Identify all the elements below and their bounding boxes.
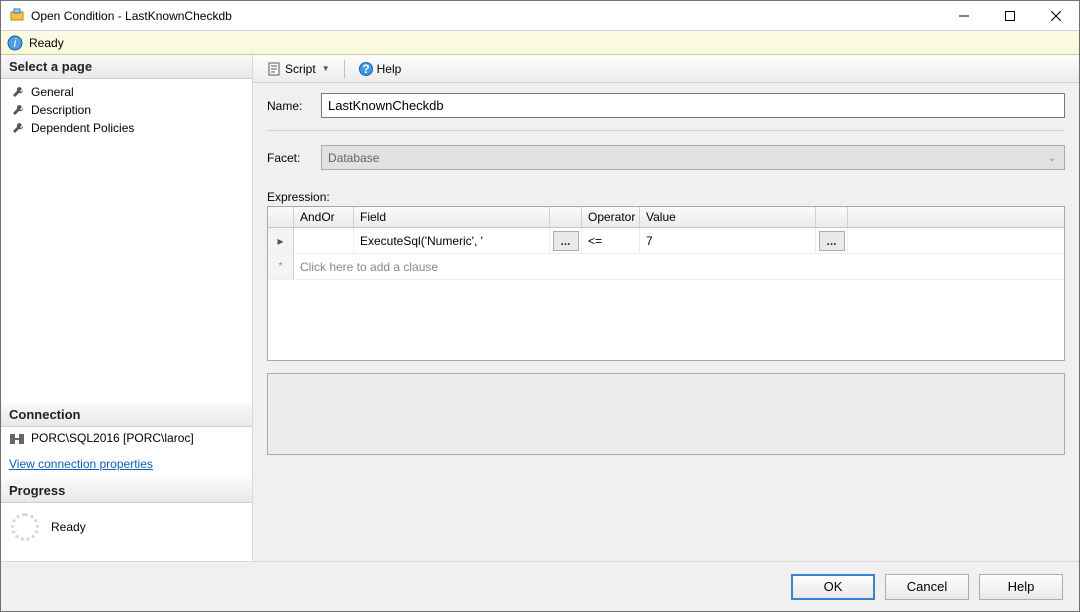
help-label: Help [377,62,402,76]
content-area: Name: Facet: Database ⌄ Expression: AndO… [253,83,1079,561]
grid-header-andor: AndOr [294,207,354,227]
title-bar: Open Condition - LastKnownCheckdb [1,1,1079,31]
grid-header-value: Value [640,207,816,227]
sidebar-item-label: General [31,85,74,99]
facet-value: Database [328,151,379,165]
separator [267,130,1065,131]
wrench-icon [11,121,25,135]
cell-operator[interactable]: <= [582,228,640,253]
description-box [267,373,1065,455]
value-ellipsis-button[interactable]: ... [819,231,845,251]
field-ellipsis-button[interactable]: ... [553,231,579,251]
window-title: Open Condition - LastKnownCheckdb [31,9,941,23]
page-list: General Description Dependent Policies [1,79,252,141]
facet-label: Facet: [267,151,321,165]
name-row: Name: [267,93,1065,118]
sidebar-item-description[interactable]: Description [7,101,246,119]
progress-spinner-icon [11,513,39,541]
progress-text: Ready [51,520,86,534]
cell-value-button: ... [816,228,848,253]
cell-andor[interactable] [294,228,354,253]
minimize-button[interactable] [941,1,987,31]
wrench-icon [11,103,25,117]
close-button[interactable] [1033,1,1079,31]
progress-area: Ready [1,503,252,561]
server-icon [9,431,25,447]
dropdown-arrow-icon: ▼ [322,64,330,73]
grid-header-valuebtn [816,207,848,227]
cell-value[interactable]: 7 [640,228,816,253]
svg-text:?: ? [362,62,369,76]
name-input[interactable] [321,93,1065,118]
expression-grid: AndOr Field Operator Value ▸ ExecuteSql(… [267,206,1065,361]
wrench-icon [11,85,25,99]
sidebar: Select a page General Description Depend… [1,55,253,561]
chevron-down-icon: ⌄ [1048,153,1056,164]
facet-dropdown[interactable]: Database ⌄ [321,145,1065,170]
grid-header-fieldbtn [550,207,582,227]
row-selector[interactable]: ▸ [268,228,294,253]
maximize-button[interactable] [987,1,1033,31]
row-new-indicator: * [268,254,294,279]
status-bar: i Ready [1,31,1079,55]
connection-header: Connection [1,403,252,427]
grid-header-selector [268,207,294,227]
help-icon: ? [359,62,373,76]
info-icon: i [7,35,23,51]
connection-text: PORC\SQL2016 [PORC\laroc] [31,431,194,445]
grid-row[interactable]: ▸ ExecuteSql('Numeric', ' ... <= 7 ... [268,228,1064,254]
sidebar-item-dependent-policies[interactable]: Dependent Policies [7,119,246,137]
connection-info: PORC\SQL2016 [PORC\laroc] [1,427,252,455]
toolbar: Script ▼ ? Help [253,55,1079,83]
window: Open Condition - LastKnownCheckdb i Read… [0,0,1080,612]
cancel-button[interactable]: Cancel [885,574,969,600]
grid-header-operator: Operator [582,207,640,227]
sidebar-item-label: Dependent Policies [31,121,134,135]
select-page-header: Select a page [1,55,252,79]
script-label: Script [285,62,316,76]
grid-header-field: Field [354,207,550,227]
grid-header: AndOr Field Operator Value [268,207,1064,228]
body: Select a page General Description Depend… [1,55,1079,561]
app-icon [9,8,25,24]
button-row: OK Cancel Help [1,561,1079,611]
sidebar-item-label: Description [31,103,91,117]
add-clause-text[interactable]: Click here to add a clause [294,254,1064,279]
status-text: Ready [29,36,64,50]
svg-text:i: i [14,36,17,50]
name-label: Name: [267,99,321,113]
main-panel: Script ▼ ? Help Name: Facet: [253,55,1079,561]
cell-field[interactable]: ExecuteSql('Numeric', ' [354,228,550,253]
help-toolbar-button[interactable]: ? Help [353,60,408,78]
expression-label: Expression: [267,190,1065,204]
sidebar-item-general[interactable]: General [7,83,246,101]
facet-row: Facet: Database ⌄ [267,145,1065,170]
cell-field-button: ... [550,228,582,253]
progress-header: Progress [1,479,252,503]
view-connection-properties-link[interactable]: View connection properties [9,457,153,471]
help-button[interactable]: Help [979,574,1063,600]
connection-link-wrap: View connection properties [1,455,252,479]
script-icon [267,62,281,76]
script-button[interactable]: Script ▼ [261,60,336,78]
toolbar-separator [344,60,345,78]
grid-add-row[interactable]: * Click here to add a clause [268,254,1064,280]
ok-button[interactable]: OK [791,574,875,600]
